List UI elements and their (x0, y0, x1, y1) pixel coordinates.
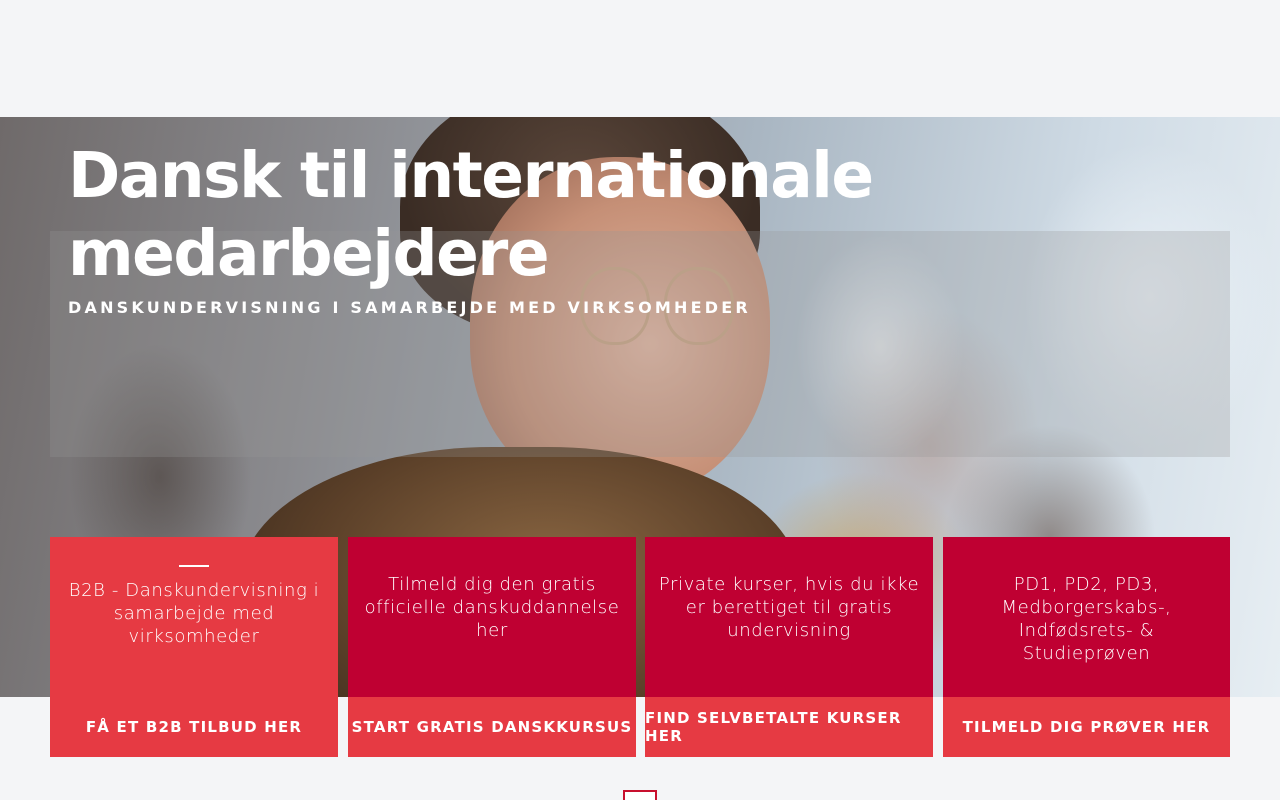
card-free-course-body: Tilmeld dig den gratis officielle dansku… (348, 537, 636, 697)
card-exams[interactable]: PD1, PD2, PD3, Medborgerskabs-, Indfødsr… (943, 537, 1230, 757)
register-exams-button[interactable]: TILMELD DIG PRØVER HER (943, 697, 1230, 757)
start-free-course-button[interactable]: START GRATIS DANSKKURSUS (348, 697, 636, 757)
service-cards: B2B - Danskundervisning i samarbejde med… (50, 537, 1230, 757)
card-private-courses-text: Private kurser, hvis du ikke er berettig… (658, 574, 920, 641)
find-paid-courses-button[interactable]: FIND SELVBETALTE KURSER HER (645, 697, 933, 757)
card-exams-text: PD1, PD2, PD3, Medborgerskabs-, Indfødsr… (1001, 574, 1172, 664)
card-b2b-body: B2B - Danskundervisning i samarbejde med… (50, 537, 338, 697)
site-header (0, 0, 1280, 117)
page-title: Dansk til internationale medarbejdere (68, 139, 874, 290)
b2b-offer-button[interactable]: FÅ ET B2B TILBUD HER (50, 697, 338, 757)
scroll-down-indicator[interactable] (623, 790, 657, 800)
card-exams-body: PD1, PD2, PD3, Medborgerskabs-, Indfødsr… (943, 537, 1230, 697)
hero-subtitle: DANSKUNDERVISNING I SAMARBEJDE MED VIRKS… (68, 298, 751, 317)
card-free-course-text: Tilmeld dig den gratis officielle dansku… (364, 574, 620, 641)
card-free-course[interactable]: Tilmeld dig den gratis officielle dansku… (348, 537, 636, 757)
card-b2b-text: B2B - Danskundervisning i samarbejde med… (68, 580, 320, 647)
card-private-courses[interactable]: Private kurser, hvis du ikke er berettig… (645, 537, 933, 757)
card-divider (179, 565, 209, 567)
card-private-courses-body: Private kurser, hvis du ikke er berettig… (645, 537, 933, 697)
card-b2b[interactable]: B2B - Danskundervisning i samarbejde med… (50, 537, 338, 757)
